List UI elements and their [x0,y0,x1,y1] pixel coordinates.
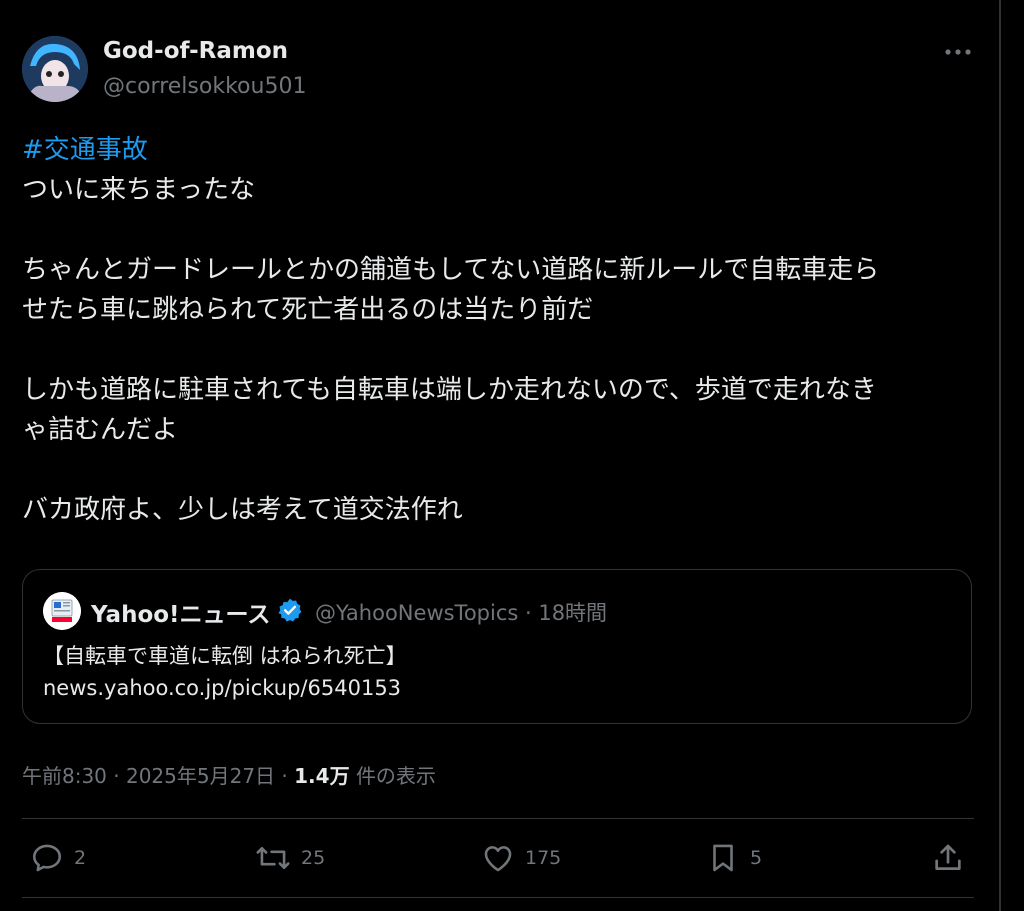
bookmark-button[interactable]: 5 [706,838,762,878]
author-avatar[interactable] [22,36,88,102]
repost-button[interactable]: 25 [255,838,325,878]
post-line: しかも道路に駐車されても自転車は端しか走れないので、歩道で走れなき [22,375,877,405]
share-upload-icon [935,844,961,870]
post-line: バカ政府よ、少しは考えて道交法作れ [22,495,463,525]
post-line: ゃ詰むんだよ [22,415,179,445]
quoted-post-title: 【自転車で車道に転倒 はねられ死亡】 [43,644,407,668]
bookmark-count: 5 [750,847,763,869]
reply-button[interactable]: 2 [30,838,86,878]
share-button[interactable] [931,838,965,878]
reply-bubble-icon [32,844,62,872]
repost-count: 25 [301,847,326,869]
verified-badge-icon [277,597,303,627]
post-line-blank [22,210,982,250]
author-handle[interactable]: @correlsokkou501 [103,74,306,99]
bookmark-icon [713,844,733,872]
yahoo-news-logo-icon [43,592,81,630]
post-body: #交通事故 ついに来ちまったな ちゃんとガードレールとかの舗道もしてない道路に新… [22,130,982,530]
divider [22,818,974,819]
post-meta: 午前8:30 · 2025年5月27日 · 1.4万 件の表示 [22,760,436,789]
post-line-blank [22,450,982,490]
quoted-post-url[interactable]: news.yahoo.co.jp/pickup/6540153 [43,676,401,700]
quoted-handle-time: @YahooNewsTopics · 18時間 [315,601,608,625]
repost-icon [256,846,290,870]
post-line: ちゃんとガードレールとかの舗道もしてない道路に新ルールで自転車走ら [22,255,880,285]
post-line-blank [22,330,982,370]
reply-count: 2 [74,847,87,869]
like-count: 175 [525,847,562,869]
more-dots-icon [945,49,971,55]
post-line: ついに来ちまったな [22,175,255,205]
heart-icon [484,846,512,872]
yahoo-news-avatar [43,592,81,630]
column-border [999,0,1001,911]
quoted-post-card[interactable]: Yahoo!ニュース @YahooNewsTopics · 18時間 【自転車で… [22,569,972,724]
view-count: 1.4万 [294,764,350,788]
post-timestamp[interactable]: 午前8:30 · 2025年5月27日 · [22,764,288,788]
post-line: せたら車に跳ねられて死亡者出るのは当たり前だ [22,295,594,325]
hashtag-link[interactable]: #交通事故 [22,130,982,170]
author-display-name[interactable]: God-of-Ramon [103,38,288,64]
like-button[interactable]: 175 [481,838,561,878]
quoted-author-name: Yahoo!ニュース [91,602,271,628]
more-options-button[interactable] [938,38,978,66]
divider [22,897,974,898]
view-count-label: 件の表示 [355,764,436,788]
